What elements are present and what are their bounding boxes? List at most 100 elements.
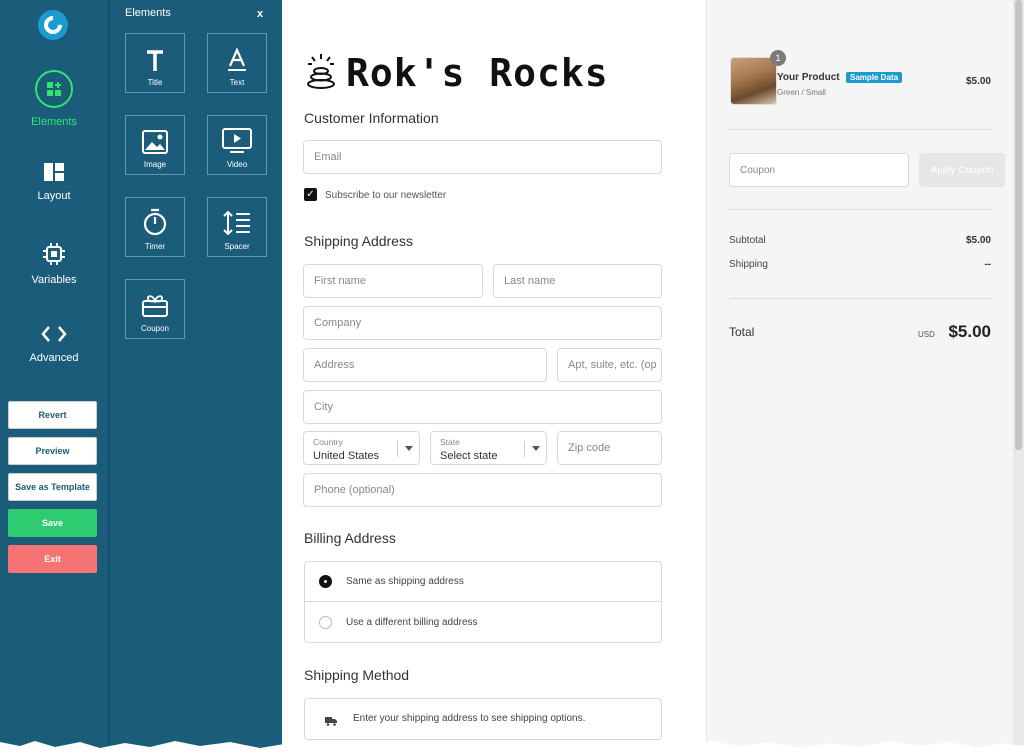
tile-title-label: Title [147, 78, 163, 87]
elements-icon [35, 70, 73, 108]
layout-icon [0, 162, 108, 182]
total-value: $5.00 [948, 322, 991, 341]
tile-coupon-label: Coupon [140, 324, 170, 333]
sample-data-badge: Sample Data [846, 72, 903, 83]
app-logo [38, 10, 68, 40]
exit-button[interactable]: Exit [8, 545, 97, 573]
tile-image-label: Image [143, 160, 167, 169]
torn-edge [0, 741, 1024, 752]
apply-coupon-button[interactable]: Apply Coupon [919, 153, 1005, 187]
newsletter-label: Subscribe to our newsletter [325, 190, 447, 201]
shipping-method-heading: Shipping Method [304, 667, 410, 683]
tile-coupon[interactable]: Coupon [125, 279, 185, 339]
elements-panel: Elements x Title Text Image Video Timer … [108, 0, 282, 752]
nav-variables[interactable]: Variables [0, 242, 108, 286]
nav-elements-label: Elements [31, 116, 77, 128]
subtotal-label: Subtotal [729, 235, 766, 246]
email-field[interactable]: Email [303, 140, 662, 174]
truck-icon [325, 713, 337, 731]
first-name-field[interactable]: First name [303, 264, 483, 298]
nav-advanced-label: Advanced [29, 352, 79, 364]
nav-advanced[interactable]: Advanced [0, 324, 108, 364]
close-panel-button[interactable]: x [257, 8, 263, 20]
shipping-address-heading: Shipping Address [304, 233, 413, 249]
scrollbar[interactable] [1013, 0, 1024, 752]
brand-header: Rok's Rocks [304, 50, 609, 95]
last-name-field[interactable]: Last name [493, 264, 662, 298]
nav-elements[interactable]: Elements [0, 70, 108, 128]
nav-layout-label: Layout [37, 190, 71, 202]
save-button[interactable]: Save [8, 509, 97, 537]
shipping-method-box: Enter your shipping address to see shipp… [304, 698, 662, 740]
state-value: Select state [440, 450, 498, 462]
total-label: Total [729, 325, 755, 339]
billing-different-label: Use a different billing address [346, 617, 478, 628]
state-label: State [440, 437, 460, 447]
timer-icon [126, 204, 184, 236]
product-name: Your Product [777, 72, 840, 83]
tile-image[interactable]: Image [125, 115, 185, 175]
video-icon [208, 122, 266, 154]
tile-title[interactable]: Title [125, 33, 185, 93]
state-select[interactable]: State Select state [430, 431, 547, 465]
code-icon [0, 324, 108, 344]
country-value: United States [313, 450, 380, 462]
nav-layout[interactable]: Layout [0, 162, 108, 202]
tile-spacer[interactable]: Spacer [207, 197, 267, 257]
left-nav: Elements Layout Variables Advanced Rever… [0, 0, 108, 752]
panel-title: Elements [125, 7, 171, 19]
shipping-label: Shipping [729, 259, 768, 270]
tile-timer[interactable]: Timer [125, 197, 185, 257]
preview-button[interactable]: Preview [8, 437, 97, 465]
billing-same-option[interactable]: Same as shipping address [305, 562, 661, 602]
zip-field[interactable]: Zip code [557, 431, 662, 465]
shipping-value: -- [984, 259, 991, 270]
newsletter-checkbox[interactable]: ✓ [304, 188, 317, 201]
customer-info-heading: Customer Information [304, 110, 439, 126]
product-variant: Green / Small [777, 88, 826, 97]
divider [729, 209, 992, 210]
billing-different-radio[interactable] [319, 616, 332, 629]
save-as-template-button[interactable]: Save as Template [8, 473, 97, 501]
chevron-down-icon [532, 446, 540, 451]
apt-field[interactable]: Apt, suite, etc. (op [557, 348, 662, 382]
image-icon [126, 122, 184, 154]
divider [729, 298, 992, 299]
address-field[interactable]: Address [303, 348, 547, 382]
billing-same-label: Same as shipping address [346, 576, 464, 587]
tile-text-label: Text [229, 78, 245, 87]
spacer-icon [208, 204, 266, 236]
order-summary: 1 Your Product Sample Data Green / Small… [706, 0, 1024, 752]
currency-code: USD [918, 330, 935, 339]
divider [729, 129, 992, 130]
nav-variables-label: Variables [31, 274, 77, 286]
text-icon [208, 40, 266, 72]
billing-different-option[interactable]: Use a different billing address [305, 603, 661, 643]
phone-field[interactable]: Phone (optional) [303, 473, 662, 507]
tile-video-label: Video [226, 160, 248, 169]
quantity-badge: 1 [770, 50, 786, 66]
product-image [730, 57, 777, 105]
title-icon [126, 40, 184, 72]
shipping-method-note: Enter your shipping address to see shipp… [353, 713, 586, 724]
tile-spacer-label: Spacer [224, 242, 250, 251]
country-label: Country [313, 437, 343, 447]
tile-video[interactable]: Video [207, 115, 267, 175]
billing-same-radio[interactable] [319, 575, 332, 588]
company-field[interactable]: Company [303, 306, 662, 340]
revert-button[interactable]: Revert [8, 401, 97, 429]
country-select[interactable]: Country United States [303, 431, 420, 465]
subtotal-value: $5.00 [965, 235, 991, 246]
tile-timer-label: Timer [144, 242, 166, 251]
checkout-form: Rok's Rocks Customer Information Email ✓… [282, 0, 706, 752]
billing-options: Same as shipping address Use a different… [304, 561, 662, 643]
billing-address-heading: Billing Address [304, 530, 396, 546]
store-name: Rok's Rocks [346, 50, 609, 95]
product-price: $5.00 [965, 76, 991, 87]
chip-icon [0, 242, 108, 266]
tile-text[interactable]: Text [207, 33, 267, 93]
coupon-icon [126, 286, 184, 318]
coupon-input[interactable]: Coupon [729, 153, 909, 187]
city-field[interactable]: City [303, 390, 662, 424]
chevron-down-icon [405, 446, 413, 451]
